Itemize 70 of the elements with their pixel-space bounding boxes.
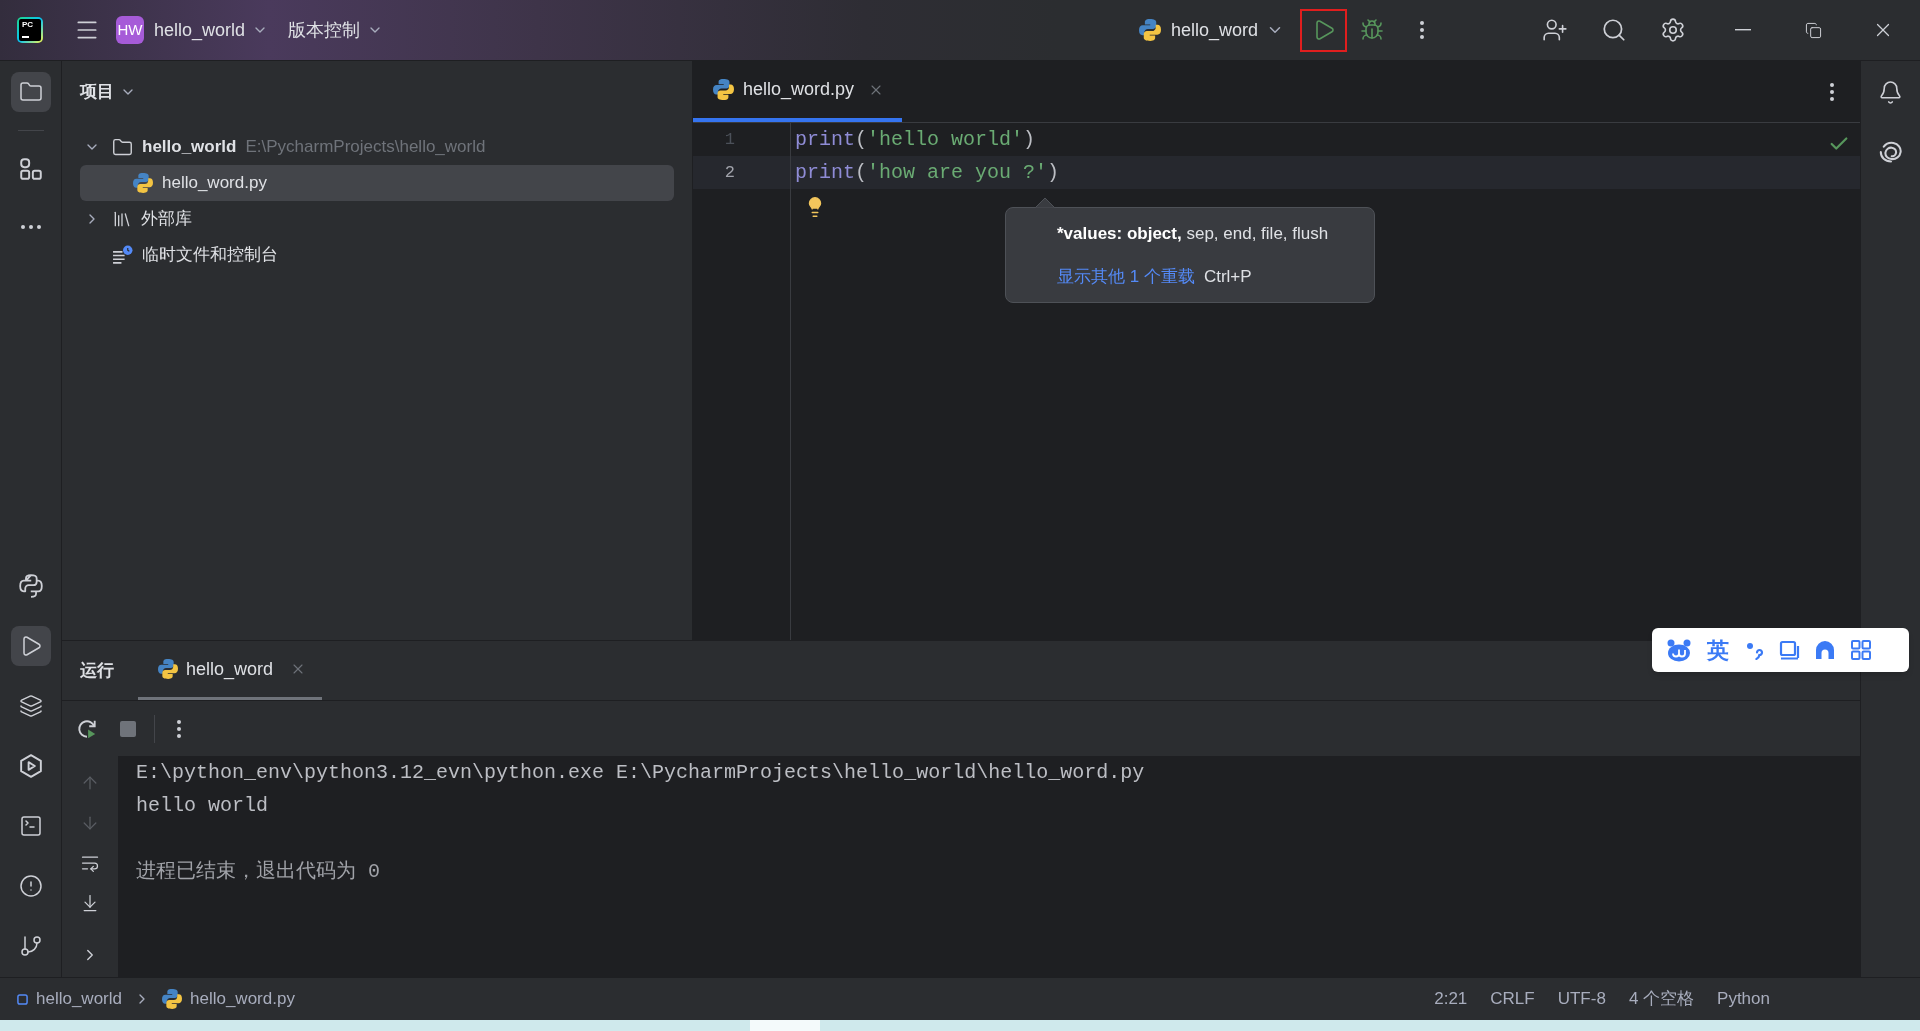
run-tool-button[interactable] [10,626,51,666]
hexagon-play-icon [18,754,43,778]
run-config-selector[interactable]: hello_word [1138,10,1284,50]
line-number: 2 [724,161,735,184]
status-bar-item[interactable]: 2:21 [1434,986,1468,1012]
tree-item[interactable]: hello_word.py [80,165,674,201]
input-language[interactable]: 英 [1706,633,1730,667]
tree-item[interactable]: 临时文件和控制台 [80,237,674,273]
kebab-icon [1420,21,1424,39]
stop-icon [120,720,136,737]
code-line: print('hello world') [795,126,1036,153]
restore-icon [1804,21,1822,39]
settings-icon [1660,17,1686,43]
run-button[interactable] [1300,8,1347,52]
parameter-signature: *values: object, sep, end, file, flush [1057,223,1330,245]
bell-icon [1878,79,1903,105]
code-line: print('how are you ?') [795,159,1060,186]
folder-icon [112,136,133,158]
project-switcher[interactable]: HW hello_world [116,10,269,50]
arch-icon [1814,639,1836,661]
user-plus-icon [1542,17,1568,43]
project-path: E:\PycharmProjects\hello_world [245,136,486,159]
status-bar-item[interactable]: Python [1717,986,1770,1012]
kebab-icon [1830,82,1834,101]
layers-icon [18,694,43,718]
python-icon [713,79,734,100]
spiral-icon [1878,141,1903,163]
punctuation-icon [1744,640,1764,660]
folder-icon [18,80,43,104]
minimize-icon [1735,29,1751,31]
breadcrumb[interactable]: hello_world [17,986,122,1012]
module-icon [17,993,28,1005]
more-icon [20,225,41,229]
console-line: E:\python_env\python3.12_evn\python.exe E:\PycharmProjects\hello_world\hello_word.py [136,760,1146,786]
screen-icon [1778,639,1800,661]
branch-icon [18,934,43,958]
kebab-icon [177,719,181,738]
list-clock-icon [112,245,133,265]
console-line: hello world [136,793,270,819]
breadcrumb[interactable]: hello_word.py [162,986,295,1012]
ime-toolbar[interactable]: 英 [1652,628,1909,672]
project-tool-button[interactable] [10,72,51,112]
project-view-selector[interactable]: 项目 [80,79,136,105]
editor-tab[interactable]: hello_word.py [693,61,903,122]
python-outline-icon [18,574,43,598]
shortcut-hint: Ctrl+P [1203,266,1252,288]
terminal-icon [18,814,43,838]
console-line: 进程已结束，退出代码为 0 [136,859,381,885]
tree-item[interactable]: 外部库 [80,201,674,237]
status-bar-item[interactable]: 4 个空格 [1628,986,1695,1012]
search-icon [1601,17,1627,43]
status-bar-item[interactable]: CRLF [1490,986,1535,1012]
python-icon [1138,19,1161,41]
vcs-menu[interactable]: 版本控制 [288,10,384,50]
library-icon [112,209,132,229]
panel-title: 运行 [80,659,114,682]
python-icon [162,989,182,1009]
run-tab[interactable]: hello_word [138,641,323,700]
tree-item[interactable]: hello_world E:\PycharmProjects\hello_world [80,129,674,165]
rerun-icon [76,717,98,740]
app-logo[interactable]: PC [17,17,43,43]
structure-icon [19,158,42,180]
bug-icon [1360,18,1384,42]
status-bar-item[interactable]: UTF-8 [1557,986,1606,1012]
grid-icon [1850,639,1872,661]
python-icon [158,659,178,679]
alert-icon [18,874,43,898]
python-icon [133,173,153,193]
project-badge: HW [116,16,144,44]
paw-icon [1666,638,1692,662]
